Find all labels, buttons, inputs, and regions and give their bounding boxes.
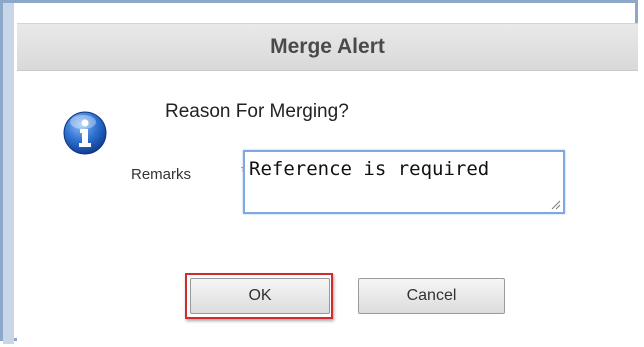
cancel-button[interactable]: Cancel xyxy=(358,278,505,314)
ok-button[interactable]: OK xyxy=(190,278,330,314)
merge-reason-question: Reason For Merging? xyxy=(165,101,349,122)
remarks-textarea[interactable]: Reference is required xyxy=(243,150,565,214)
dialog-title-bar[interactable]: Merge Alert xyxy=(17,23,638,71)
resize-grip-icon[interactable] xyxy=(549,198,561,210)
dialog-body: Reason For Merging? Remarks * Reference … xyxy=(17,71,638,341)
dialog-title: Merge Alert xyxy=(270,35,385,58)
dialog-frame xyxy=(3,3,14,344)
remarks-label: Remarks xyxy=(131,166,192,183)
merge-alert-dialog: Merge Alert Reason For Merging? Remarks … xyxy=(0,0,638,344)
info-icon xyxy=(63,111,107,155)
